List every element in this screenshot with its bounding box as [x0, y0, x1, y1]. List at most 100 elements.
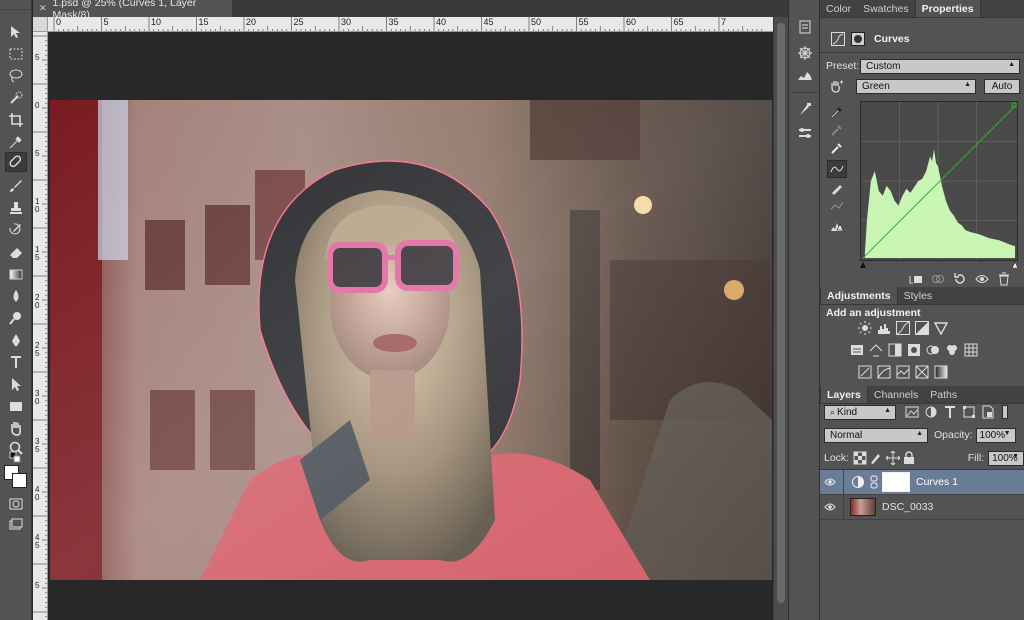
photo-canvas[interactable]	[50, 100, 772, 580]
clone-stamp-tool-icon[interactable]	[5, 198, 27, 218]
lock-all-icon[interactable]	[902, 450, 916, 466]
filter-toggle-switch[interactable]	[1002, 405, 1008, 419]
brush-tool-icon[interactable]	[5, 176, 27, 196]
layer-row-curves[interactable]: Curves 1	[820, 469, 1024, 495]
white-point-slider[interactable]	[1011, 261, 1019, 268]
close-document-icon[interactable]: ✕	[39, 3, 47, 14]
view-previous-state-icon[interactable]	[930, 271, 946, 287]
crop-tool-icon[interactable]	[5, 110, 27, 130]
mask-link-chain-icon[interactable]	[869, 474, 879, 490]
targeted-adjustment-hand-icon[interactable]	[828, 78, 844, 94]
eyedropper-tool-icon[interactable]	[5, 132, 27, 152]
channel-mixer-icon[interactable]	[944, 343, 960, 357]
tab-paths[interactable]: Paths	[924, 386, 963, 403]
layer-visibility-eye-icon[interactable]	[820, 502, 840, 512]
tab-properties[interactable]: Properties	[914, 0, 981, 17]
background-color-swatch[interactable]	[12, 473, 27, 488]
curves-graph[interactable]	[860, 101, 1018, 261]
layer-filter-dropdown[interactable]: ⌕ Kind ▲	[824, 404, 896, 420]
tab-adjustments[interactable]: Adjustments	[820, 287, 898, 304]
filter-type-icon[interactable]	[942, 404, 958, 420]
clip-to-layer-icon[interactable]	[908, 271, 924, 287]
layer-mask-thumbnail[interactable]	[882, 472, 910, 492]
tab-swatches[interactable]: Swatches	[857, 0, 915, 17]
auto-button[interactable]: Auto	[984, 78, 1020, 94]
vibrance-icon[interactable]	[849, 343, 865, 357]
sample-white-point-eyedropper-icon[interactable]	[829, 140, 845, 156]
hand-tool-icon[interactable]	[5, 418, 27, 438]
marquee-tool-icon[interactable]	[5, 44, 27, 64]
blend-mode-dropdown[interactable]: Normal ▲	[824, 427, 928, 443]
horizontal-ruler[interactable]: 0 5 10 15 20 25 30 35 40 45 50 55 60 65 7	[48, 17, 773, 32]
selective-color-icon[interactable]	[914, 365, 930, 379]
eraser-tool-icon[interactable]	[5, 242, 27, 262]
sample-black-point-eyedropper-icon[interactable]	[829, 104, 845, 120]
hue-saturation-icon[interactable]	[868, 343, 884, 357]
lasso-tool-icon[interactable]	[5, 66, 27, 86]
layer-visibility-eye-icon[interactable]	[820, 477, 840, 487]
sample-gray-point-eyedropper-icon[interactable]	[829, 122, 845, 138]
tools-grip[interactable]	[0, 0, 31, 10]
screen-mode-icon[interactable]	[5, 514, 27, 534]
filter-shape-icon[interactable]	[961, 404, 977, 420]
tool-presets-icon[interactable]	[795, 124, 815, 142]
color-balance-icon[interactable]	[887, 343, 903, 357]
healing-brush-tool-icon[interactable]	[5, 152, 27, 172]
path-selection-tool-icon[interactable]	[5, 374, 27, 394]
layer-mask-icon[interactable]	[850, 31, 866, 47]
lock-image-pixels-icon[interactable]	[869, 450, 883, 466]
brightness-contrast-icon[interactable]	[857, 321, 873, 335]
ruler-origin[interactable]	[33, 17, 48, 32]
tab-styles[interactable]: Styles	[898, 287, 939, 304]
rectangle-tool-icon[interactable]	[5, 396, 27, 416]
quick-mask-icon[interactable]	[5, 494, 27, 514]
photo-filter-icon[interactable]	[925, 343, 941, 357]
move-tool-icon[interactable]	[5, 22, 27, 42]
invert-icon[interactable]	[857, 365, 873, 379]
black-white-icon[interactable]	[906, 343, 922, 357]
pen-tool-icon[interactable]	[5, 330, 27, 350]
delete-adjustment-icon[interactable]	[996, 271, 1012, 287]
histogram-panel-icon[interactable]	[795, 66, 815, 84]
gradient-map-icon[interactable]	[933, 365, 949, 379]
document-tab[interactable]: ✕ 1.psd @ 25% (Curves 1, Layer Mask/8)	[33, 0, 233, 21]
reset-adjustment-icon[interactable]	[952, 271, 968, 287]
fill-input[interactable]: 100% ▼	[988, 450, 1024, 466]
canvas-pasteboard[interactable]	[48, 32, 773, 620]
channel-dropdown[interactable]: Green ▲	[856, 78, 976, 94]
tab-color[interactable]: Color	[820, 0, 857, 17]
photo-layer-thumbnail[interactable]	[850, 498, 876, 516]
canvas-vertical-scrollbar[interactable]	[773, 17, 788, 620]
quick-selection-tool-icon[interactable]	[5, 88, 27, 108]
curves-icon[interactable]	[895, 321, 911, 335]
black-point-slider[interactable]	[860, 262, 866, 268]
filter-smart-object-icon[interactable]	[980, 404, 996, 420]
vertical-ruler[interactable]: 5 0 5 1 0 1 5 2 0 2 5 3 0 3 5 4 0 4 5 5	[33, 32, 48, 620]
brush-presets-icon[interactable]	[795, 100, 815, 118]
lock-transparent-pixels-icon[interactable]	[853, 450, 867, 466]
scrollbar-thumb[interactable]	[777, 23, 785, 603]
default-colors-icon[interactable]	[5, 451, 27, 464]
draw-curve-pencil-icon[interactable]	[829, 180, 845, 196]
layer-row-photo[interactable]: DSC_0033	[820, 494, 1024, 520]
layer-name[interactable]: Curves 1	[916, 476, 958, 488]
curves-graph-svg[interactable]	[861, 102, 1017, 260]
layer-name[interactable]: DSC_0033	[882, 501, 933, 513]
type-tool-icon[interactable]	[5, 352, 27, 372]
history-panel-icon[interactable]	[795, 18, 815, 36]
actions-panel-icon[interactable]	[795, 44, 815, 62]
tab-layers[interactable]: Layers	[820, 386, 868, 403]
edit-points-curve-icon[interactable]	[827, 160, 847, 178]
input-level-sliders[interactable]	[858, 260, 1022, 268]
color-lookup-icon[interactable]	[963, 343, 979, 357]
preset-dropdown[interactable]: Custom ▲	[860, 58, 1020, 74]
toggle-visibility-icon[interactable]	[974, 271, 990, 287]
lock-position-icon[interactable]	[885, 450, 900, 466]
opacity-input[interactable]: 100% ▼	[975, 427, 1016, 443]
levels-icon[interactable]	[876, 321, 892, 335]
tab-channels[interactable]: Channels	[868, 386, 924, 403]
clipping-warning-icon[interactable]	[829, 218, 845, 234]
filter-adjustment-icon[interactable]	[923, 404, 939, 420]
history-brush-tool-icon[interactable]	[5, 220, 27, 240]
dodge-tool-icon[interactable]	[5, 308, 27, 328]
